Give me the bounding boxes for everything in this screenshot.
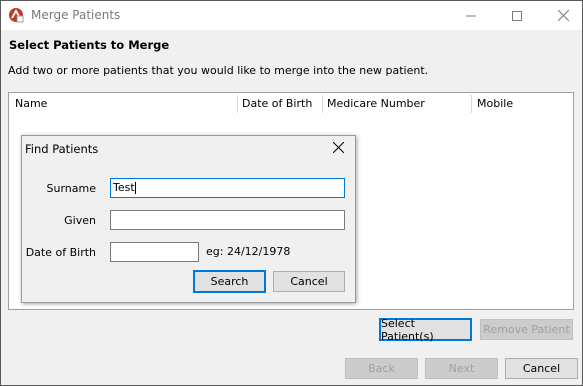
find-patients-dialog: Find Patients Surname Test Given Date of… [21,135,356,303]
column-divider [322,95,323,113]
column-name[interactable]: Name [15,97,47,110]
dob-label: Date of Birth [25,246,96,259]
merge-patients-window: Merge Patients Select Patients to Merge … [0,0,583,386]
maximize-button[interactable] [494,1,540,30]
remove-patient-button[interactable]: Remove Patient [480,319,573,340]
column-divider [237,95,238,113]
minimize-icon [466,11,476,21]
next-button[interactable]: Next [425,358,498,379]
grid-header: Name Date of Birth Medicare Number Mobil… [9,93,573,115]
title-bar: Merge Patients [1,1,582,30]
minimize-button[interactable] [448,1,494,30]
column-medicare-number[interactable]: Medicare Number [327,97,425,110]
dialog-title: Find Patients [25,142,99,156]
column-date-of-birth[interactable]: Date of Birth [242,97,312,110]
close-icon [332,141,344,156]
surname-label: Surname [46,182,96,195]
dialog-cancel-button[interactable]: Cancel [273,271,345,292]
app-icon [8,7,24,23]
close-icon [557,10,569,21]
column-mobile[interactable]: Mobile [477,97,513,110]
maximize-icon [512,10,522,21]
page-instruction: Add two or more patients that you would … [8,64,429,77]
dialog-close-button[interactable] [327,140,349,158]
window-title: Merge Patients [31,8,121,22]
page-heading: Select Patients to Merge [9,38,170,52]
search-button[interactable]: Search [193,270,266,293]
cancel-button[interactable]: Cancel [505,358,578,379]
surname-value: Test [113,181,135,194]
close-button[interactable] [540,1,583,30]
given-label: Given [64,214,96,227]
dob-field[interactable] [110,242,199,262]
surname-field[interactable]: Test [110,178,345,198]
back-button[interactable]: Back [345,358,418,379]
dob-hint: eg: 24/12/1978 [206,245,291,258]
select-patients-button[interactable]: Select Patient(s) [379,317,472,343]
given-field[interactable] [110,210,345,230]
column-divider [471,95,472,113]
